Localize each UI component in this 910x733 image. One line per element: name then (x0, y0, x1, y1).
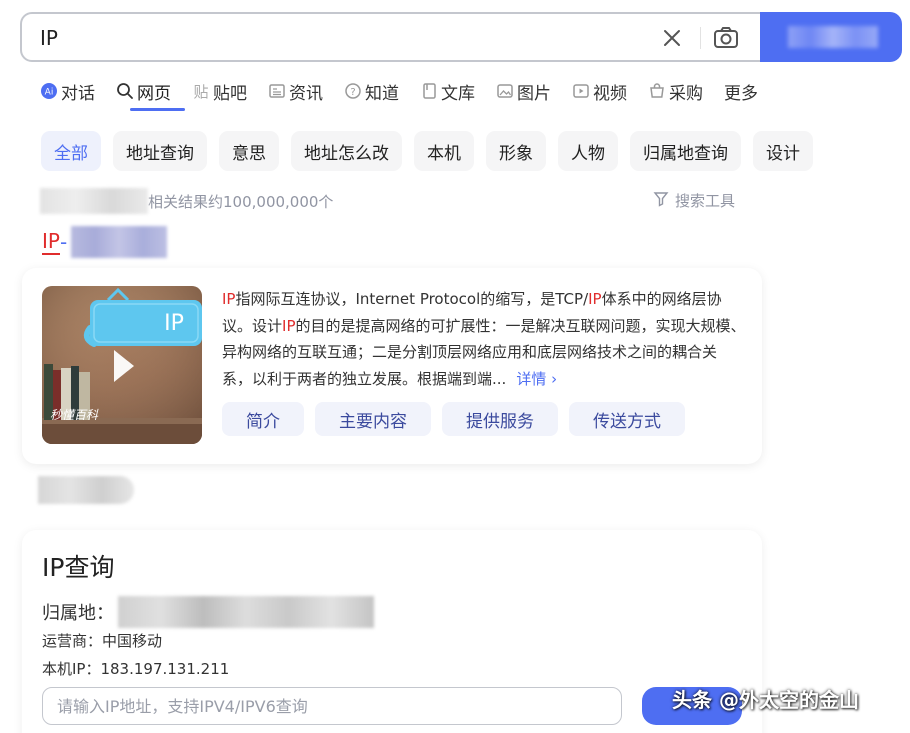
abstract-highlight: IP (588, 290, 602, 308)
tab-label: 视频 (593, 83, 627, 104)
result-title-dash: - (59, 230, 68, 254)
active-tab-indicator (130, 108, 185, 111)
tab-more[interactable]: 更多 (724, 78, 758, 104)
section-content-button[interactable]: 主要内容 (315, 402, 431, 436)
tab-news[interactable]: 资讯 (268, 78, 323, 104)
image-icon (496, 82, 514, 100)
document-icon (420, 82, 438, 100)
search-button[interactable] (760, 12, 902, 62)
redacted-text (71, 226, 168, 258)
tab-tieba[interactable]: 贴 贴吧 (192, 78, 247, 104)
thumb-label: IP (164, 311, 184, 336)
svg-text:贴: 贴 (193, 83, 208, 100)
chip-local[interactable]: 本机 (414, 131, 474, 171)
thumb-brand: 秒懂百科 (50, 408, 99, 422)
tab-label: 采购 (669, 83, 703, 104)
chip-all[interactable]: 全部 (41, 131, 101, 171)
watermark: 头条 @外太空的金山 (672, 688, 859, 712)
abstract-text: 指网际互连协议，Internet Protocol的缩写，是TCP/ (235, 290, 589, 308)
section-service-button[interactable]: 提供服务 (442, 402, 558, 436)
chip-address-query[interactable]: 地址查询 (113, 131, 207, 171)
search-bar (20, 12, 902, 62)
filter-icon (653, 191, 669, 211)
more-details-label: 详情 (516, 369, 547, 388)
local-ip-text: 本机IP：183.197.131.211 (42, 660, 230, 678)
ip-address-input[interactable] (42, 687, 622, 725)
tab-label: 贴吧 (213, 83, 247, 104)
question-icon: ? (344, 82, 362, 100)
result-abstract: IP指网际互连协议，Internet Protocol的缩写，是TCP/IP体系… (222, 286, 746, 392)
result-count-text: 相关结果约100,000,000个 (148, 192, 334, 211)
redacted-text (40, 188, 148, 214)
video-icon (572, 82, 590, 100)
tab-label: 网页 (137, 83, 171, 104)
search-icon (116, 82, 134, 100)
divider (700, 27, 701, 49)
result-title-keyword: IP (42, 229, 60, 255)
ip-location-row: 归属地： (42, 596, 374, 628)
tab-images[interactable]: 图片 (496, 78, 551, 104)
section-intro-button[interactable]: 简介 (222, 402, 304, 436)
chip-meaning[interactable]: 意思 (219, 131, 279, 171)
chip-image[interactable]: 形象 (486, 131, 546, 171)
tab-zhidao[interactable]: ? 知道 (344, 78, 399, 104)
ip-query-card: IP查询 归属地： 运营商：中国移动 本机IP：183.197.131.211 (22, 530, 762, 733)
baike-card: IP 秒懂百科 IP指网际互连协议，Internet Protocol的缩写，是… (22, 268, 762, 464)
filter-chips: 全部 地址查询 意思 地址怎么改 本机 形象 人物 归属地查询 设计 (41, 131, 813, 171)
more-details-link[interactable]: 详情 › (516, 370, 557, 388)
carrier-text: 运营商：中国移动 (42, 632, 163, 650)
vertical-tabs: Ai 对话 网页 贴 贴吧 资讯 ? 知道 文库 图片 视频 采购 更多 (40, 78, 779, 108)
search-tools-button[interactable]: 搜索工具 (653, 190, 735, 211)
search-input[interactable] (40, 24, 640, 52)
purchase-icon (648, 82, 666, 100)
tab-chat[interactable]: Ai 对话 (40, 78, 95, 104)
tab-video[interactable]: 视频 (572, 78, 627, 104)
section-transfer-button[interactable]: 传送方式 (569, 402, 685, 436)
abstract-highlight: IP (282, 316, 296, 335)
news-icon (268, 82, 286, 100)
close-icon[interactable] (658, 24, 686, 52)
chip-location-query[interactable]: 归属地查询 (630, 131, 741, 171)
ai-chat-icon: Ai (40, 82, 58, 100)
video-thumbnail[interactable]: IP 秒懂百科 (42, 286, 202, 444)
tab-label: 文库 (441, 83, 475, 104)
svg-text:?: ? (350, 87, 355, 98)
tab-label: 对话 (61, 83, 95, 104)
tieba-icon: 贴 (192, 82, 210, 101)
chip-people[interactable]: 人物 (558, 131, 618, 171)
card-section-buttons: 简介 主要内容 提供服务 传送方式 (222, 402, 685, 436)
tab-label: 资讯 (289, 83, 323, 104)
chip-design[interactable]: 设计 (753, 131, 813, 171)
redacted-text (118, 596, 374, 628)
search-tools-label: 搜索工具 (675, 192, 736, 210)
chip-change-address[interactable]: 地址怎么改 (291, 131, 402, 171)
redacted-source (38, 476, 134, 504)
tab-label: 图片 (517, 83, 551, 104)
svg-text:Ai: Ai (45, 88, 54, 98)
chevron-right-icon: › (551, 369, 558, 388)
result-title-link[interactable]: IP - (42, 226, 168, 258)
tab-purchase[interactable]: 采购 (648, 78, 703, 104)
result-count: 相关结果约100,000,000个 (40, 188, 333, 214)
location-label: 归属地： (42, 603, 114, 624)
camera-icon[interactable] (710, 22, 742, 54)
abstract-highlight: IP (222, 290, 236, 308)
abstract-text: 的目的是提高网络的可扩展性：一是解决互联网问题，实现大规模、异构网络的互联互通；… (222, 316, 746, 388)
tab-label: 知道 (365, 83, 399, 104)
ip-card-title: IP查询 (42, 553, 115, 582)
tab-web[interactable]: 网页 (116, 78, 171, 104)
tab-label: 更多 (724, 83, 758, 104)
tab-wenku[interactable]: 文库 (420, 78, 475, 104)
